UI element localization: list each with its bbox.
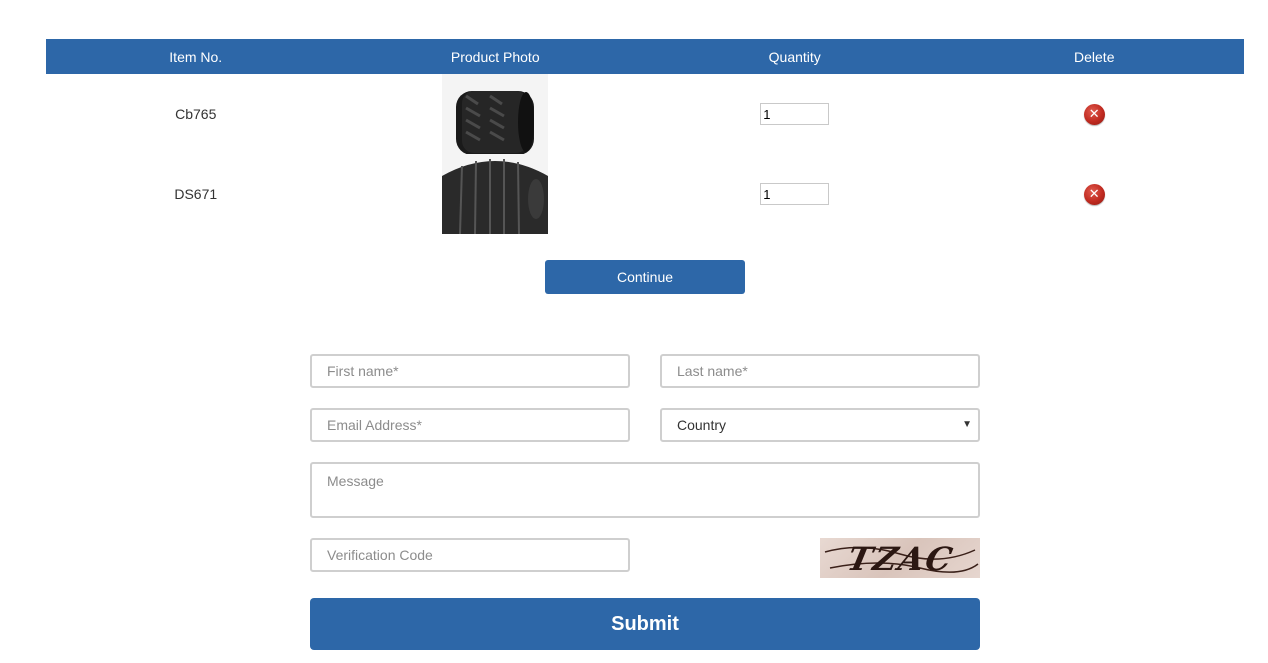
delete-icon[interactable]: ✕	[1083, 103, 1105, 125]
header-quantity: Quantity	[645, 39, 945, 74]
continue-button[interactable]: Continue	[545, 260, 745, 294]
chevron-down-icon: ▼	[962, 419, 972, 430]
first-name-field[interactable]	[310, 354, 630, 388]
country-select-value: Country	[677, 417, 727, 433]
message-field[interactable]	[310, 462, 980, 518]
item-number: DS671	[174, 186, 218, 202]
cart-header-row: Item No. Product Photo Quantity Delete	[46, 39, 1244, 74]
product-photo	[442, 154, 549, 234]
quantity-input[interactable]	[760, 103, 830, 125]
header-item-no: Item No.	[46, 39, 346, 74]
header-delete: Delete	[944, 39, 1244, 74]
quantity-input[interactable]	[760, 183, 830, 205]
delete-icon[interactable]: ✕	[1083, 183, 1105, 205]
item-number: Cb765	[175, 106, 217, 122]
captcha-text: TZAC	[843, 540, 958, 578]
email-field[interactable]	[310, 408, 630, 442]
table-row: Cb765 1 ✕	[46, 74, 1244, 154]
submit-button[interactable]: Submit	[310, 598, 980, 650]
header-product-photo: Product Photo	[345, 39, 645, 74]
captcha-image[interactable]: TZAC	[820, 538, 980, 578]
verification-code-field[interactable]	[310, 538, 630, 572]
cart-table: Item No. Product Photo Quantity Delete C…	[46, 39, 1244, 234]
table-row: DS671 1 ✕	[46, 154, 1244, 234]
product-photo	[442, 74, 549, 154]
last-name-field[interactable]	[660, 354, 980, 388]
country-select[interactable]: Country ▼	[660, 408, 980, 442]
